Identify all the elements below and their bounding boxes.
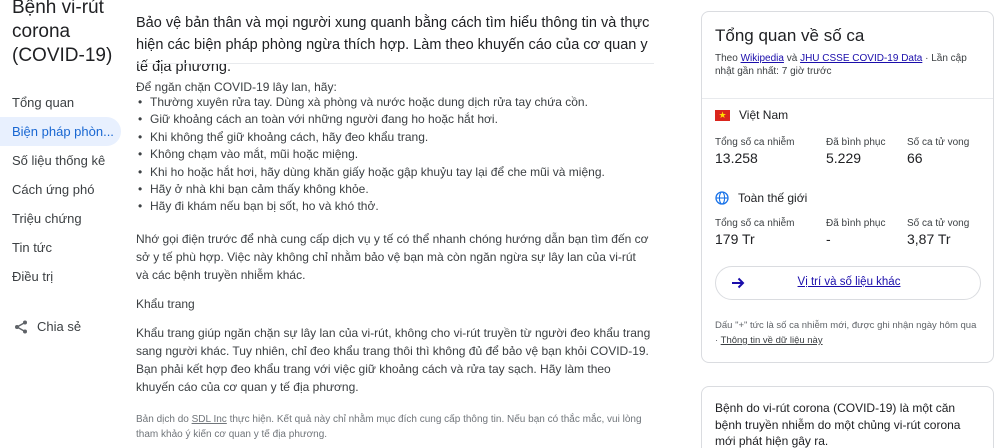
region-vietnam: ★ Việt Nam xyxy=(715,108,788,122)
stat-value-recovered: - xyxy=(826,231,831,247)
mask-paragraph: Khẩu trang giúp ngăn chặn sự lây lan của… xyxy=(136,326,651,394)
list-item: Không chạm vào mắt, mũi hoặc miệng. xyxy=(136,146,651,164)
list-item: Hãy ở nhà khi bạn cảm thấy không khỏe. xyxy=(136,181,651,199)
stat-value-recovered: 5.229 xyxy=(826,150,862,166)
wikipedia-link[interactable]: Wikipedia xyxy=(741,53,784,64)
more-locations-label: Vị trí và số liệu khác xyxy=(797,276,901,288)
card-title: Tổng quan về số ca xyxy=(715,26,865,45)
list-item: Hãy đi khám nếu bạn bị sốt, ho và khó th… xyxy=(136,198,651,216)
list-item: Thường xuyên rửa tay. Dùng xà phòng và n… xyxy=(136,94,651,112)
list-item: Khi ho hoặc hắt hơi, hãy dùng khăn giấy … xyxy=(136,164,651,182)
stat-value-total: 179 Tr xyxy=(715,231,755,247)
disease-description: Bệnh do vi-rút corona (COVID-19) là một … xyxy=(715,401,961,448)
disease-info-card: Bệnh do vi-rút corona (COVID-19) là một … xyxy=(701,386,994,448)
share-label: Chia sẻ xyxy=(37,319,82,334)
more-locations-button[interactable]: Vị trí và số liệu khác xyxy=(715,266,981,300)
stat-value-deaths: 3,87 Tr xyxy=(907,231,951,247)
stat-value-deaths: 66 xyxy=(907,150,923,166)
stat-value-total: 13.258 xyxy=(715,150,758,166)
page-title: Bệnh vi-rút corona (COVID-19) xyxy=(12,0,113,66)
list-item: Khi không thể giữ khoảng cách, hãy đeo k… xyxy=(136,129,651,147)
stat-label-recovered: Đã bình phục xyxy=(826,218,886,229)
left-navigation: Bệnh vi-rút corona (COVID-19) Tổng quan … xyxy=(0,0,124,448)
article-intro: Bảo vệ bản thân và mọi người xung quanh … xyxy=(136,15,650,75)
card-footer: Dấu "+" tức là số ca nhiễm mới, được ghi… xyxy=(715,320,977,346)
prevention-list: Thường xuyên rửa tay. Dùng xà phòng và n… xyxy=(136,94,651,216)
nav-item-coping[interactable]: Cách ứng phó xyxy=(0,175,124,204)
nav-item-symptoms[interactable]: Triệu chứng xyxy=(0,204,124,233)
region-worldwide: Toàn thế giới xyxy=(715,191,807,205)
mask-heading: Khẩu trang xyxy=(136,297,195,311)
stat-label-total: Tổng số ca nhiễm xyxy=(715,218,795,229)
card-source: Theo Wikipedia và JHU CSSE COVID-19 Data… xyxy=(715,53,967,77)
translation-footnote: Bản dịch do SDL Inc thực hiện. Kết quả n… xyxy=(136,414,642,440)
region-name: Toàn thế giới xyxy=(738,191,808,205)
vietnam-flag-icon: ★ xyxy=(715,109,730,121)
nav-item-statistics[interactable]: Số liệu thống kê xyxy=(0,146,124,175)
nav-item-overview[interactable]: Tổng quan xyxy=(0,88,124,117)
sdl-link[interactable]: SDL Inc xyxy=(192,414,227,425)
list-item: Giữ khoảng cách an toàn với những người … xyxy=(136,111,651,129)
about-data-link[interactable]: Thông tin về dữ liệu này xyxy=(721,335,823,346)
stat-label-deaths: Số ca tử vong xyxy=(907,218,970,229)
card-divider xyxy=(702,98,993,99)
nav-item-prevention[interactable]: Biện pháp phòn... xyxy=(0,117,121,146)
stat-label-recovered: Đã bình phục xyxy=(826,137,886,148)
nav-list: Tổng quan Biện pháp phòn... Số liệu thốn… xyxy=(0,88,124,291)
globe-icon xyxy=(715,191,729,205)
stat-label-total: Tổng số ca nhiễm xyxy=(715,137,795,148)
call-ahead-paragraph: Nhớ gọi điện trước để nhà cung cấp dịch … xyxy=(136,232,649,282)
share-button[interactable]: Chia sẻ xyxy=(14,319,81,334)
nav-item-news[interactable]: Tin tức xyxy=(0,233,124,262)
case-overview-card: Tổng quan về số ca Theo Wikipedia và JHU… xyxy=(701,11,994,363)
share-icon xyxy=(15,320,27,333)
article-divider xyxy=(136,63,654,64)
nav-item-treatment[interactable]: Điều trị xyxy=(0,262,124,291)
jhu-data-link[interactable]: JHU CSSE COVID-19 Data xyxy=(800,53,922,64)
stat-label-deaths: Số ca tử vong xyxy=(907,137,970,148)
region-name: Việt Nam xyxy=(739,108,789,122)
